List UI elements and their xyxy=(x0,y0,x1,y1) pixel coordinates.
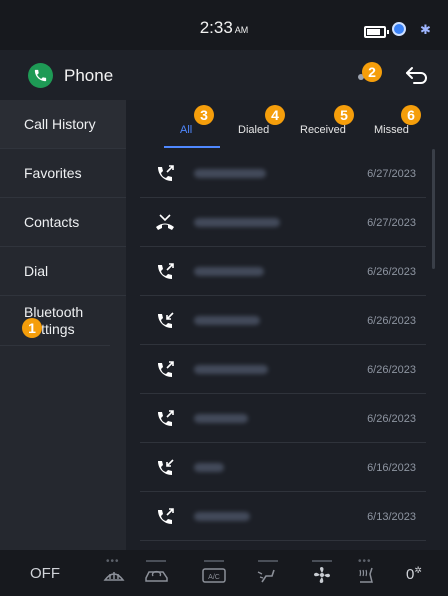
call-date: 6/13/2023 xyxy=(367,511,416,523)
redacted-phone-number xyxy=(194,218,280,227)
level-dash xyxy=(146,560,166,562)
clock-ampm: AM xyxy=(234,25,249,35)
level-dash xyxy=(204,560,224,562)
callout-marker: 6 xyxy=(401,105,421,125)
missed-call-icon xyxy=(154,212,176,234)
call-date: 6/26/2023 xyxy=(367,413,416,425)
call-row[interactable]: 6/26/2023 xyxy=(140,345,426,394)
sidebar-item-label: Call History xyxy=(24,116,96,132)
svg-text:A/C: A/C xyxy=(208,574,220,581)
sidebar-item-call-history[interactable]: Call History xyxy=(0,100,126,149)
location-icon xyxy=(392,22,406,36)
callout-marker: 4 xyxy=(265,105,285,125)
callout-marker: 1 xyxy=(22,318,42,338)
dialed-call-icon xyxy=(154,359,176,381)
phone-app-icon xyxy=(28,63,53,88)
redacted-phone-number xyxy=(194,414,248,423)
callout-marker: 3 xyxy=(194,105,214,125)
call-row[interactable]: 6/27/2023 xyxy=(140,198,426,247)
sidebar-item-contacts[interactable]: Contacts xyxy=(0,198,126,247)
scrollbar[interactable] xyxy=(432,149,435,269)
callout-marker: 5 xyxy=(334,105,354,125)
fan-button[interactable] xyxy=(306,560,338,586)
dialed-call-icon xyxy=(154,261,176,283)
call-date: 6/26/2023 xyxy=(367,266,416,278)
received-call-icon xyxy=(154,457,176,479)
sidebar-item-label: Contacts xyxy=(24,214,80,230)
ac-icon: A/C xyxy=(202,568,226,583)
redacted-phone-number xyxy=(194,512,250,521)
tab-received[interactable]: Received xyxy=(300,124,346,136)
redacted-phone-number xyxy=(194,365,268,374)
call-row[interactable]: 6/26/2023 xyxy=(140,247,426,296)
call-row[interactable]: 6/13/2023 xyxy=(140,492,426,541)
dialed-call-icon xyxy=(154,163,176,185)
tab-all[interactable]: All xyxy=(180,124,192,136)
car-recirculation-icon xyxy=(145,570,168,582)
level-dash xyxy=(312,560,332,562)
call-history-list[interactable]: 6/27/2023 6/27/2023 6/26/2023 6/26/2023 6/26… xyxy=(126,149,426,550)
call-row[interactable]: 6/27/2023 xyxy=(140,149,426,198)
climate-bar: OFF ••• A/C ••• 0✲ xyxy=(0,550,448,596)
callout-marker: 2 xyxy=(362,62,382,82)
sidebar-item-favorites[interactable]: Favorites xyxy=(0,149,126,198)
fan-icon xyxy=(314,567,330,583)
seat-heat-icon xyxy=(359,567,373,583)
sidebar: Call History Favorites Contacts Dial Blu… xyxy=(0,100,126,550)
call-filter-tabs: All Dialed Received Missed xyxy=(126,100,448,148)
call-row[interactable]: 6/16/2023 xyxy=(140,443,426,492)
dialed-call-icon xyxy=(154,408,176,430)
redacted-phone-number xyxy=(194,463,224,472)
bluetooth-icon: ✱ xyxy=(420,22,431,37)
airflow-mode-button[interactable] xyxy=(252,560,284,586)
ac-button[interactable]: A/C xyxy=(198,560,230,586)
active-tab-indicator xyxy=(164,146,220,148)
climate-power-button[interactable]: OFF xyxy=(30,565,60,582)
received-call-icon xyxy=(154,310,176,332)
call-date: 6/27/2023 xyxy=(367,168,416,180)
tab-dialed[interactable]: Dialed xyxy=(238,124,269,136)
call-row[interactable]: 6/26/2023 xyxy=(140,394,426,443)
page-title: Phone xyxy=(64,66,114,85)
seat-airflow-icon xyxy=(257,569,275,583)
battery-fill xyxy=(367,29,380,35)
seat-heat-button[interactable]: ••• xyxy=(350,556,382,586)
battery-icon xyxy=(364,26,389,38)
sidebar-item-label: Favorites xyxy=(24,165,82,181)
redacted-phone-number xyxy=(194,316,260,325)
sidebar-item-dial[interactable]: Dial xyxy=(0,247,126,296)
back-button[interactable] xyxy=(402,63,432,87)
tab-missed[interactable]: Missed xyxy=(374,124,409,136)
call-row[interactable]: 6/26/2023 xyxy=(140,296,426,345)
back-arrow-icon xyxy=(406,67,427,84)
call-date: 6/26/2023 xyxy=(367,364,416,376)
fan-speed-readout: 0✲ xyxy=(406,565,422,583)
recirculation-button[interactable] xyxy=(140,560,172,586)
fan-small-icon: ✲ xyxy=(414,565,422,575)
sidebar-item-bluetooth-settings[interactable]: Bluetooth Settings xyxy=(0,296,110,346)
call-date: 6/16/2023 xyxy=(367,462,416,474)
redacted-phone-number xyxy=(194,169,266,178)
status-bar: 2:33 AM ✱ xyxy=(0,0,448,50)
dialed-call-icon xyxy=(154,506,176,528)
clock-time: 2:33 xyxy=(199,18,233,37)
redacted-phone-number xyxy=(194,267,264,276)
rear-defrost-icon xyxy=(103,572,125,581)
level-dash xyxy=(258,560,278,562)
sidebar-item-label: Dial xyxy=(24,263,49,279)
call-row[interactable]: 6/13/2023 xyxy=(140,541,426,550)
call-date: 6/27/2023 xyxy=(367,217,416,229)
rear-defrost-button[interactable]: ••• xyxy=(98,556,130,586)
call-date: 6/26/2023 xyxy=(367,315,416,327)
